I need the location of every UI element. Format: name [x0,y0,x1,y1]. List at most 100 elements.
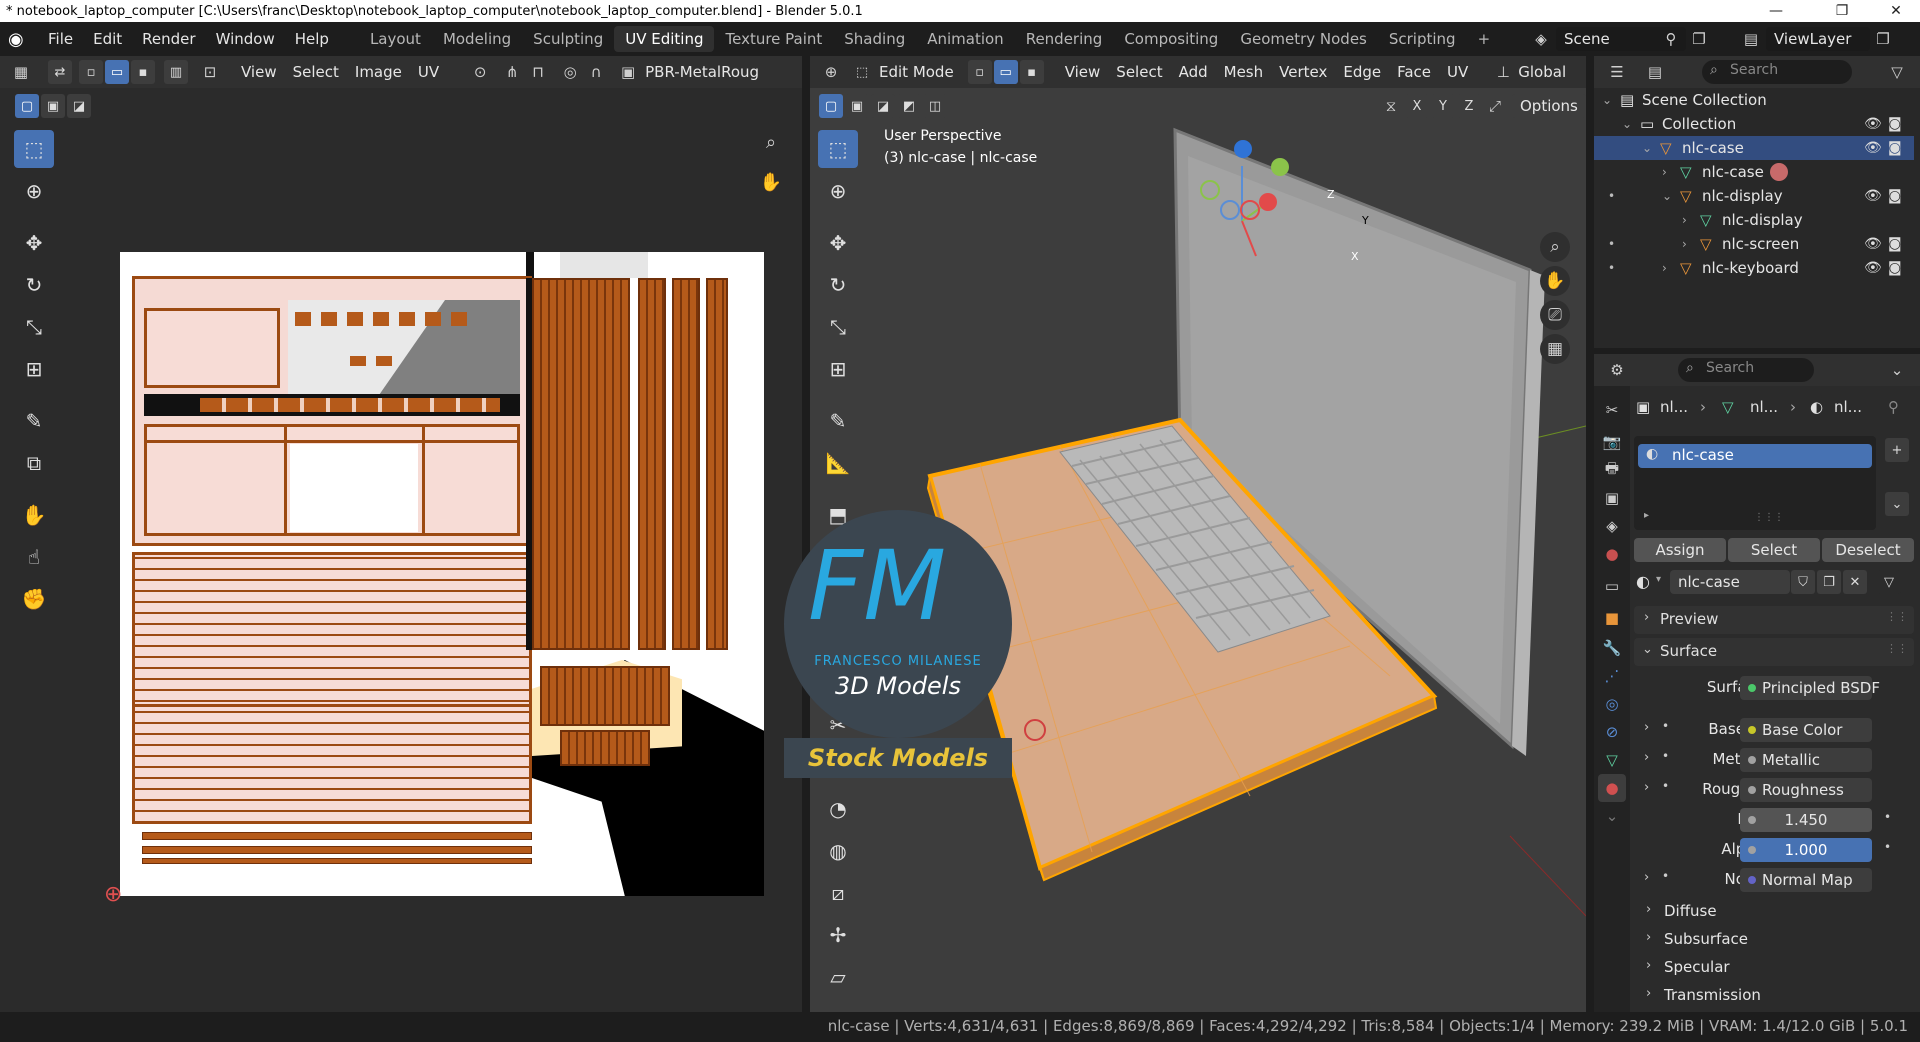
expand-toggle-icon[interactable]: ⌄ [1662,184,1672,208]
subpanel-header[interactable]: › Specular [1644,956,1904,980]
tab-layout[interactable]: Layout [359,26,432,52]
edit-mode-dot-icon[interactable]: • [1608,256,1615,280]
uv-menu-view[interactable]: View [233,63,285,81]
shader-input-field[interactable]: Normal Map [1740,868,1872,892]
expand-toggle-icon[interactable]: ⌄ [1642,136,1652,160]
scale-tool-icon[interactable]: ⤡ [14,308,54,346]
uv-new-selection-icon[interactable]: ▢ [15,94,39,118]
link-type-icon[interactable]: ▽ [1877,570,1901,594]
tool-tab-icon[interactable]: ✂ [1598,396,1626,424]
tab-sculpting[interactable]: Sculpting [522,26,614,52]
tab-modeling[interactable]: Modeling [432,26,522,52]
object-tab-icon[interactable]: ■ [1598,604,1626,632]
visibility-eye-icon[interactable]: 👁 [1864,256,1882,280]
chevron-down-icon[interactable]: ⌄ [1884,358,1910,382]
expand-toggle-icon[interactable]: › [1682,232,1687,256]
perspective-grid-icon[interactable]: ▦ [1540,334,1570,364]
scene-icon[interactable]: ◈ [1528,27,1554,51]
new-view-layer-icon[interactable]: ❐ [1870,27,1896,51]
outliner-row[interactable]: › ▽ nlc-keyboard 👁 ◙ • [1594,256,1914,280]
uv-extend-selection-icon[interactable]: ▣ [41,94,65,118]
cursor-tool-icon[interactable]: ⊕ [14,172,54,210]
zoom-icon[interactable]: ⌕ [1540,232,1570,262]
outliner-row[interactable]: › ▽ nlc-screen 👁 ◙ • [1594,232,1914,256]
pan-hand-icon[interactable]: ✋ [758,170,784,194]
new-scene-icon[interactable]: ❐ [1686,27,1712,51]
material-slot-list[interactable]: ◐ nlc-case ▸ ⋮⋮⋮ [1634,436,1876,530]
chevron-right-icon[interactable]: › [1644,720,1649,735]
view-layer-tab-icon[interactable]: ▣ [1598,484,1626,512]
material-tab-icon[interactable]: ● [1598,774,1626,802]
menu-edit[interactable]: Edit [83,30,132,48]
drag-handle-icon[interactable]: ⋮⋮ [1886,642,1908,655]
chevron-right-icon[interactable]: › [1644,750,1649,765]
chevron-down-icon[interactable]: ⌄ [1598,802,1626,830]
menu-file[interactable]: File [38,30,83,48]
browse-material-icon[interactable]: ◐ [1636,572,1650,591]
subpanel-header[interactable]: › Diffuse [1644,900,1904,924]
tab-texture-paint[interactable]: Texture Paint [714,26,833,52]
outliner-row[interactable]: › ▽ nlc-display [1594,208,1914,232]
menu-render[interactable]: Render [132,30,205,48]
edit-mode-dot-icon[interactable]: • [1608,232,1615,256]
constraints-tab-icon[interactable]: ⊘ [1598,718,1626,746]
pin-icon[interactable]: ⚲ [1658,27,1684,51]
world-tab-icon[interactable]: ● [1598,540,1626,568]
island-select-icon[interactable]: ▥ [164,60,188,84]
expand-toggle-icon[interactable]: ⌄ [1602,88,1612,112]
surface-panel-header[interactable]: ⌄ Surface ⋮⋮ [1634,638,1914,666]
tab-rendering[interactable]: Rendering [1015,26,1114,52]
shader-input-field[interactable]: Metallic [1740,748,1872,772]
subpanel-header[interactable]: › Subsurface [1644,928,1904,952]
sticky-select-icon[interactable]: ⊡ [197,60,223,84]
move-tool-icon[interactable]: ✥ [14,224,54,262]
snap-icon[interactable]: ⋔ [499,60,525,84]
surface-shader-field[interactable]: Principled BSDF [1740,676,1880,700]
keyframe-dot-icon[interactable]: • [1884,810,1891,824]
output-tab-icon[interactable]: 🖶 [1598,456,1626,484]
grab-tool-icon[interactable]: ✋ [14,496,54,534]
outliner-row[interactable]: ⌄ ▽ nlc-display 👁 ◙ • [1594,184,1914,208]
visibility-eye-icon[interactable]: 👁 [1864,232,1882,256]
shader-input-field[interactable]: 1.000 [1740,838,1872,862]
unlink-material-icon[interactable]: ✕ [1843,570,1867,594]
physics-tab-icon[interactable]: ◎ [1598,690,1626,718]
chevron-right-icon[interactable]: › [1644,780,1649,795]
view-layer-icon[interactable]: ▤ [1738,27,1764,51]
visibility-eye-icon[interactable]: 👁 [1864,184,1882,208]
slot-menu-button[interactable]: ⌄ [1885,492,1909,516]
properties-search[interactable]: ⌕ Search [1678,358,1814,382]
render-camera-icon[interactable]: ◙ [1888,112,1902,136]
pan-hand-icon[interactable]: ✋ [1540,266,1570,296]
outliner-search[interactable]: ⌕ Search [1702,60,1852,84]
uv-menu-uv[interactable]: UV [410,63,447,81]
shader-input-field[interactable]: 1.450 [1740,808,1872,832]
tab-compositing[interactable]: Compositing [1113,26,1229,52]
filter-icon[interactable]: ▽ [1884,60,1910,84]
camera-icon[interactable]: ⎚ [1540,300,1570,330]
pivot-icon[interactable]: ⊙ [467,60,493,84]
face-select-icon[interactable]: ▪ [131,60,155,84]
tab-geometry-nodes[interactable]: Geometry Nodes [1229,26,1378,52]
deselect-button[interactable]: Deselect [1822,538,1914,562]
expand-toggle-icon[interactable]: › [1682,208,1687,232]
select-box-tool-icon[interactable]: ⬚ [14,130,54,168]
expand-toggle-icon[interactable]: › [1662,256,1667,280]
tab-scripting[interactable]: Scripting [1378,26,1467,52]
particles-tab-icon[interactable]: ⋰ [1598,662,1626,690]
expand-icon[interactable]: ▸ [1644,510,1649,521]
tab-uv-editing[interactable]: UV Editing [614,26,715,52]
view-layer-field[interactable]: ViewLayer [1766,27,1870,51]
transform-tool-icon[interactable]: ⊞ [14,350,54,388]
proportional-edit-icon[interactable]: ◎ [557,60,583,84]
render-camera-icon[interactable]: ◙ [1888,184,1902,208]
image-browse-icon[interactable]: ▣ [615,60,641,84]
collection-tab-icon[interactable]: ▭ [1598,572,1626,600]
tab-animation[interactable]: Animation [916,26,1014,52]
sync-selection-icon[interactable]: ⇄ [48,60,72,84]
blender-logo-icon[interactable]: ◉ [8,29,34,50]
pinch-tool-icon[interactable]: ✊ [14,580,54,618]
render-tab-icon[interactable]: 📷 [1598,428,1626,456]
expand-toggle-icon[interactable]: › [1662,160,1667,184]
scene-tab-icon[interactable]: ◈ [1598,512,1626,540]
